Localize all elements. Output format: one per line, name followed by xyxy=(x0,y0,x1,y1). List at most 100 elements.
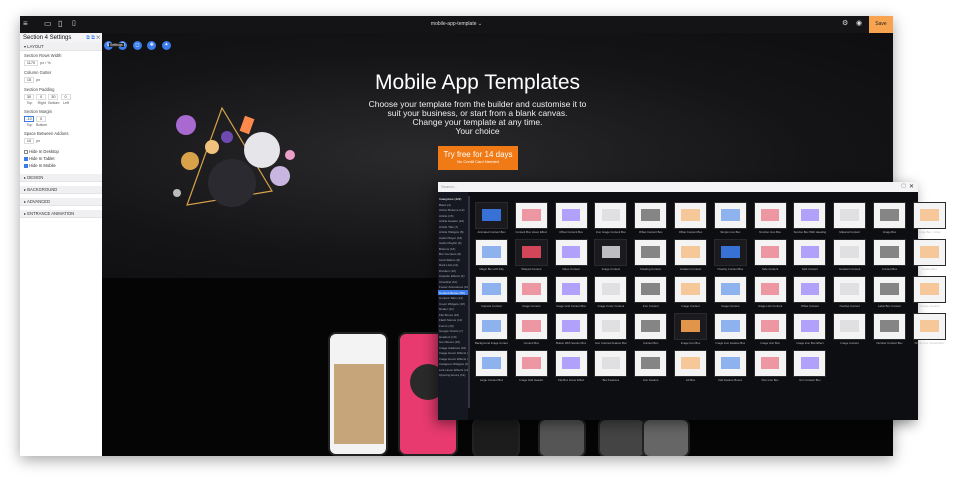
template-tile[interactable]: Lift Box xyxy=(674,350,707,386)
template-tile[interactable]: Number Icon Box xyxy=(753,202,787,238)
template-tile[interactable]: Icon Feature xyxy=(634,350,668,386)
template-tile[interactable]: Icon Image Content Box xyxy=(594,202,628,238)
template-thumbnail[interactable] xyxy=(674,276,707,303)
template-thumbnail[interactable] xyxy=(873,313,906,340)
close-icon[interactable]: ✕ xyxy=(96,35,100,41)
document-title-text[interactable]: mobile-app-template xyxy=(431,21,477,27)
template-tile[interactable]: Gradient Content xyxy=(674,239,707,275)
template-thumbnail[interactable] xyxy=(674,350,707,377)
template-tile[interactable]: Flex Icon Box xyxy=(753,350,787,386)
template-thumbnail[interactable] xyxy=(554,239,588,266)
template-tile[interactable]: Image Content xyxy=(594,239,628,275)
hide-desktop-checkbox[interactable]: Hide In Desktop xyxy=(20,144,102,154)
template-thumbnail[interactable] xyxy=(674,239,707,266)
template-tile[interactable]: Image Content xyxy=(514,276,548,312)
category-item[interactable]: Opening Hours (12) xyxy=(438,372,468,378)
category-item[interactable]: Content Boxes (50) xyxy=(438,289,468,295)
gutter-input[interactable]: 15 xyxy=(24,77,34,83)
template-thumbnail[interactable] xyxy=(753,202,787,229)
checkbox-box[interactable] xyxy=(24,163,28,168)
category-item[interactable]: Image Galleries (10) xyxy=(438,345,468,351)
category-item[interactable]: Cover Widgets (18) xyxy=(438,301,468,307)
template-tile[interactable]: Background Image Content xyxy=(475,313,508,349)
template-tile[interactable]: Video Content xyxy=(554,239,588,275)
template-thumbnail[interactable] xyxy=(475,350,508,377)
template-tile[interactable]: Overlay Content xyxy=(912,276,946,312)
space-input[interactable]: 10 xyxy=(24,138,34,144)
template-tile[interactable]: Image Icon Box Effect xyxy=(793,313,827,349)
template-thumbnail[interactable] xyxy=(554,313,588,340)
template-thumbnail[interactable] xyxy=(594,313,628,340)
template-thumbnail[interactable] xyxy=(793,276,827,303)
template-thumbnail[interactable] xyxy=(634,313,668,340)
template-thumbnail[interactable] xyxy=(475,239,508,266)
template-tile[interactable]: Image Icon Box xyxy=(753,313,787,349)
template-thumbnail[interactable] xyxy=(475,202,508,229)
close-icon[interactable]: ✕ xyxy=(909,183,914,190)
template-tile[interactable]: Button With Section Box xyxy=(554,313,588,349)
template-tile[interactable]: Gradient Content xyxy=(833,239,867,275)
template-tile[interactable]: Image Content xyxy=(713,276,747,312)
template-thumbnail[interactable] xyxy=(753,350,787,377)
template-thumbnail[interactable] xyxy=(713,350,747,377)
template-tile[interactable]: Content Box xyxy=(514,313,548,349)
category-item[interactable]: Image Hover Effects (10) xyxy=(438,350,468,356)
template-thumbnail[interactable] xyxy=(713,313,747,340)
save-button[interactable]: Save xyxy=(869,16,893,33)
template-tile[interactable]: Image Grid Header xyxy=(514,350,548,386)
template-tile[interactable]: Icon Colored Feature Box xyxy=(594,313,628,349)
template-thumbnail[interactable] xyxy=(833,239,867,266)
template-thumbnail[interactable] xyxy=(753,313,787,340)
template-thumbnail[interactable] xyxy=(514,239,548,266)
template-tile[interactable]: Animated Content Box xyxy=(475,202,508,238)
template-tile[interactable]: Image Grid Content Box xyxy=(554,276,588,312)
template-thumbnail[interactable] xyxy=(674,202,707,229)
template-tile[interactable]: Image Icon Box xyxy=(674,313,707,349)
template-tile[interactable]: Side Content xyxy=(753,239,787,275)
template-tile[interactable]: Content Box xyxy=(634,313,668,349)
template-tile[interactable]: Service Box With Heading xyxy=(793,202,827,238)
template-thumbnail[interactable] xyxy=(793,313,827,340)
template-tile[interactable]: Image Cover Content xyxy=(594,276,628,312)
category-item[interactable]: Article Header (10) xyxy=(438,218,468,224)
section-layout[interactable]: ▾ LAYOUT xyxy=(20,43,102,51)
template-tile[interactable]: Split Content xyxy=(793,239,827,275)
template-thumbnail[interactable] xyxy=(833,313,867,340)
template-thumbnail[interactable] xyxy=(475,313,508,340)
template-thumbnail[interactable] xyxy=(833,276,867,303)
template-tile[interactable]: Overlay Content Box xyxy=(713,239,747,275)
template-tile[interactable]: Icon Content Box xyxy=(793,350,827,386)
template-thumbnail[interactable] xyxy=(514,350,548,377)
template-tile[interactable]: Box Features xyxy=(594,350,628,386)
try-free-button[interactable]: Try free for 14 days No Credit Card Need… xyxy=(438,146,518,170)
hide-tablet-checkbox[interactable]: Hide In Tablet xyxy=(20,154,102,161)
checkbox-box[interactable] xyxy=(24,149,28,154)
gear-icon[interactable]: ⚙ xyxy=(842,20,848,28)
template-thumbnail[interactable] xyxy=(554,350,588,377)
template-thumbnail[interactable] xyxy=(514,313,548,340)
template-tile[interactable]: Offset Content Box xyxy=(674,202,707,238)
template-thumbnail[interactable] xyxy=(554,202,588,229)
template-thumbnail[interactable] xyxy=(594,276,628,303)
template-thumbnail[interactable] xyxy=(674,313,707,340)
template-thumbnail[interactable] xyxy=(634,350,668,377)
category-item[interactable]: Image Hover Effects (12) xyxy=(438,356,468,362)
template-thumbnail[interactable] xyxy=(873,276,906,303)
template-thumbnail[interactable] xyxy=(594,202,628,229)
template-thumbnail[interactable] xyxy=(753,239,787,266)
template-thumbnail[interactable] xyxy=(793,202,827,229)
template-tile[interactable]: Floating Content xyxy=(634,239,668,275)
eye-icon[interactable]: ◉ xyxy=(856,20,862,28)
template-thumbnail[interactable] xyxy=(833,202,867,229)
template-tile[interactable]: Magic Box with Flip xyxy=(475,239,508,275)
template-tile[interactable]: Flip Box Hover Effect xyxy=(554,350,588,386)
template-tile[interactable]: Label Box Content xyxy=(873,276,906,312)
template-thumbnail[interactable] xyxy=(713,239,747,266)
category-item[interactable]: Action Buttons (12) xyxy=(438,207,468,213)
template-tile[interactable]: Material Content xyxy=(833,202,867,238)
template-tile[interactable]: Flat Feature Boxes xyxy=(713,350,747,386)
template-tile[interactable]: Content Box xyxy=(873,239,906,275)
category-item[interactable]: Capsule Effects (4) xyxy=(438,273,468,279)
template-tile[interactable]: Shaped Content xyxy=(514,239,548,275)
template-tile[interactable]: Content Box xyxy=(912,239,946,275)
